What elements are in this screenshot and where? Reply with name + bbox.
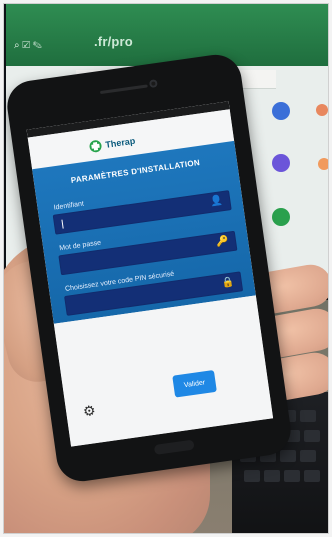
bottom-area: ⚙ Valider (53, 295, 274, 447)
user-icon: 👤 (209, 195, 224, 208)
app-name: Therap (104, 135, 136, 150)
monitor-app-icon (316, 104, 328, 116)
gear-icon[interactable]: ⚙ (81, 402, 97, 420)
monitor-app-icons (268, 96, 332, 286)
identifier-label: Identifiant (53, 200, 85, 212)
monitor-app-icon (272, 154, 290, 172)
installation-panel: PARAMÈTRES D'INSTALLATION Identifiant 👤 … (32, 140, 256, 324)
monitor-url-text: .fr/pro (94, 34, 133, 49)
monitor-toolbar-icons: ⌕ ☑ ✎ (14, 40, 42, 51)
password-input[interactable] (58, 232, 238, 277)
monitor-app-icon (272, 102, 290, 120)
logo-cross-horizontal (91, 143, 100, 149)
validate-button[interactable]: Valider (172, 369, 217, 398)
phone-screen: Therap PARAMÈTRES D'INSTALLATION Identif… (26, 101, 274, 447)
keyboard-key (280, 450, 296, 462)
keyboard-key (304, 470, 320, 482)
phone-home-area (153, 439, 195, 455)
key-icon: 🔑 (215, 235, 230, 249)
monitor-app-icon (318, 158, 330, 170)
keyboard-key (300, 410, 316, 422)
lock-icon: 🔒 (221, 276, 235, 289)
password-field[interactable]: 🔑 (58, 230, 238, 277)
monitor-green-header: ⌕ ☑ ✎ .fr/pro (6, 4, 332, 66)
phone-speaker (99, 84, 148, 95)
keyboard-key (244, 470, 260, 482)
phone-camera (148, 79, 158, 89)
monitor-app-icon (272, 208, 290, 226)
app-logo-icon (88, 139, 103, 154)
identifier-input[interactable] (52, 191, 232, 237)
photo: ⌕ ☑ ✎ .fr/pro Therap PARAMÈTRES D'INSTAL… (0, 0, 332, 537)
keyboard-key (284, 470, 300, 482)
identifier-field[interactable]: 👤 (52, 190, 232, 237)
keyboard-key (300, 450, 316, 462)
keyboard-key (304, 430, 320, 442)
keyboard-key (264, 470, 280, 482)
